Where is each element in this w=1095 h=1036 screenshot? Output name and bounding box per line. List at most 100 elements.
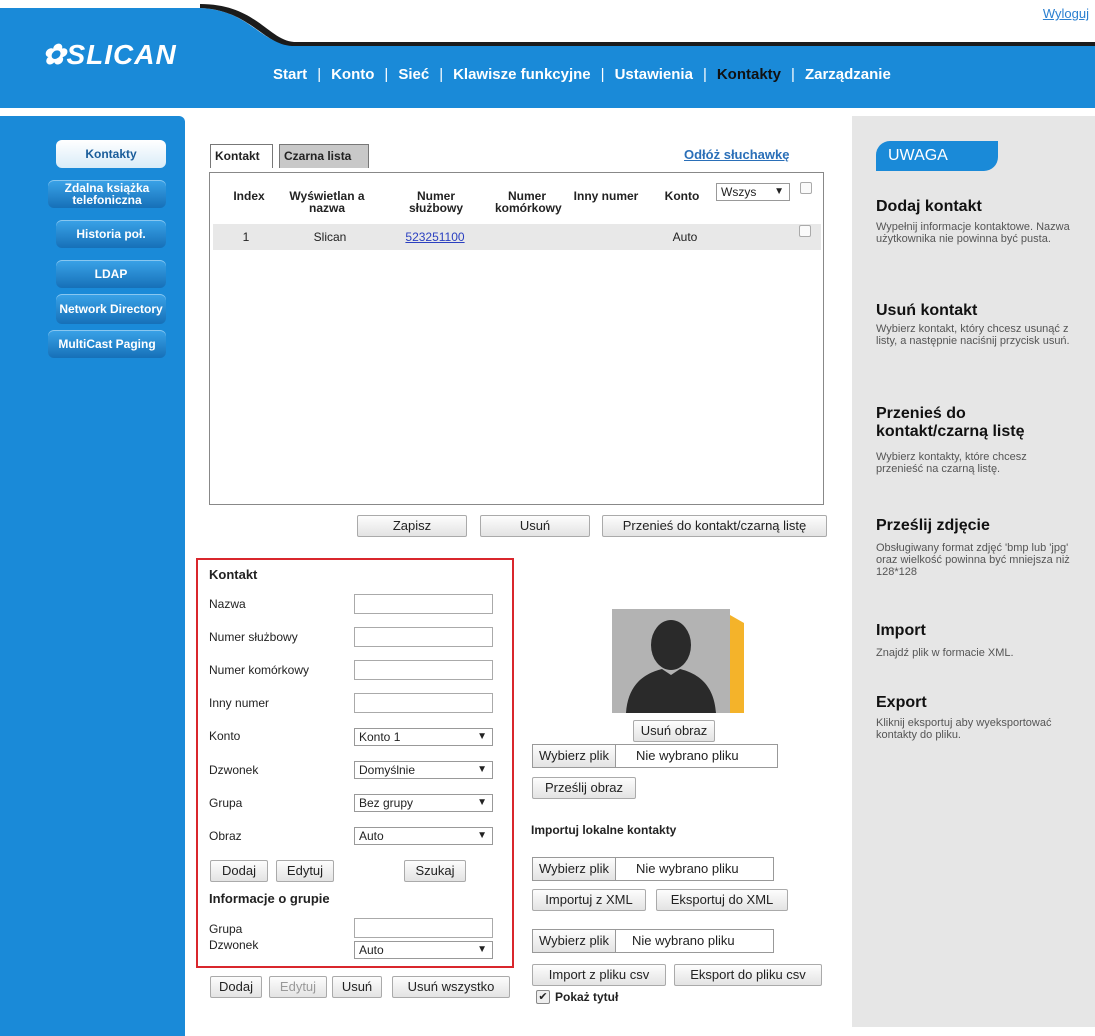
chevron-down-icon: ▼ — [477, 944, 487, 955]
sidebar-item-zdalna-ksiazka[interactable]: Zdalna książka telefoniczna — [48, 180, 166, 208]
sidebar-item-historia[interactable]: Historia poł. — [56, 220, 166, 248]
help-text-export: Kliknij eksportuj aby wyeksportować kont… — [876, 717, 1052, 741]
cell-index: 1 — [242, 230, 250, 244]
nav-zarzadzanie[interactable]: Zarządzanie — [805, 66, 891, 83]
csv-file-picker[interactable]: Wybierz plik Nie wybrano pliku — [532, 929, 774, 953]
chevron-down-icon: ▼ — [774, 186, 784, 197]
ringtone-select[interactable]: Domyślnie ▼ — [354, 761, 493, 779]
nav-ustawienia[interactable]: Ustawienia — [615, 66, 693, 83]
help-title-add: Dodaj kontakt — [876, 198, 982, 215]
image-select-value: Auto — [359, 829, 384, 843]
nav-konto[interactable]: Konto — [331, 66, 374, 83]
delete-all-groups-button[interactable]: Usuń wszystko — [392, 976, 510, 998]
no-file-text: Nie wybrano pliku — [636, 748, 739, 763]
group-label: Grupa — [209, 796, 243, 810]
chevron-down-icon: ▼ — [477, 764, 487, 775]
move-to-blacklist-button[interactable]: Przenieś do kontakt/czarną listę — [602, 515, 827, 537]
help-title-move: Przenieś do kontakt/czarną listę — [876, 405, 1025, 440]
add-group-button[interactable]: Dodaj — [210, 976, 262, 998]
nav-start[interactable]: Start — [273, 66, 307, 83]
account-label: Konto — [209, 729, 241, 743]
delete-group-button[interactable]: Usuń — [332, 976, 382, 998]
save-button[interactable]: Zapisz — [357, 515, 467, 537]
search-contact-button[interactable]: Szukaj — [404, 860, 466, 882]
slican-logo: ✿SLICAN — [42, 38, 177, 71]
choose-file-button[interactable]: Wybierz plik — [533, 858, 616, 880]
tab-kontakt[interactable]: Kontakt — [210, 144, 273, 168]
main-nav: Start | Konto | Sieć | Klawisze funkcyjne | Usta… — [273, 66, 891, 83]
sidebar-item-multicast[interactable]: MultiCast Paging — [48, 330, 166, 358]
group-name-input[interactable] — [354, 918, 493, 938]
sidebar-item-kontakty[interactable]: Kontakty — [56, 140, 166, 168]
import-csv-button[interactable]: Import z pliku csv — [532, 964, 666, 986]
group-select[interactable]: Bez grupy ▼ — [354, 794, 493, 812]
sidebar-item-network-directory[interactable]: Network Directory — [56, 294, 166, 324]
help-text-upload: Obsługiwany format zdjęć 'bmp lub 'jpg' … — [876, 542, 1070, 578]
help-text-import: Znajdź plik w formacie XML. — [876, 647, 1014, 659]
mobile-number-input[interactable] — [354, 660, 493, 680]
account-select[interactable]: Konto 1 ▼ — [354, 728, 493, 746]
help-text-move: Wybierz kontakty, które chcesz przenieść… — [876, 451, 1027, 475]
add-contact-button[interactable]: Dodaj — [210, 860, 268, 882]
other-number-input[interactable] — [354, 693, 493, 713]
remove-image-button[interactable]: Usuń obraz — [633, 720, 715, 742]
account-filter-value: Wszys — [721, 185, 757, 199]
nav-klawisze[interactable]: Klawisze funkcyjne — [453, 66, 591, 83]
contact-avatar-image — [612, 609, 744, 713]
group-info-title: Informacje o grupie — [209, 891, 330, 906]
col-display-name: Wyświetlan a nazwa — [289, 189, 365, 215]
office-number-input[interactable] — [354, 627, 493, 647]
office-number-label: Numer służbowy — [209, 630, 298, 644]
contacts-table — [209, 172, 824, 505]
cell-account: Auto — [672, 230, 698, 244]
no-file-text: Nie wybrano pliku — [636, 861, 739, 876]
cell-office-number-link[interactable]: 523251100 — [395, 224, 475, 250]
sidebar — [0, 116, 185, 1036]
sidebar-item-ldap[interactable]: LDAP — [56, 260, 166, 288]
account-select-value: Konto 1 — [359, 730, 401, 744]
help-badge: UWAGA — [876, 141, 998, 171]
select-all-checkbox[interactable] — [800, 182, 812, 194]
col-other-number: Inny numer — [573, 189, 639, 203]
image-file-picker[interactable]: Wybierz plik Nie wybrano pliku — [532, 744, 778, 768]
cell-name: Slican — [313, 230, 347, 244]
name-input[interactable] — [354, 594, 493, 614]
help-title-export: Export — [876, 694, 927, 711]
help-text-add: Wypełnij informacje kontaktowe. Nazwa uż… — [876, 221, 1070, 245]
upload-image-button[interactable]: Prześlij obraz — [532, 777, 636, 799]
help-title-delete: Usuń kontakt — [876, 302, 978, 319]
mobile-number-label: Numer komórkowy — [209, 663, 310, 677]
col-office-number: Numer służbowy — [408, 189, 463, 215]
edit-group-button[interactable]: Edytuj — [269, 976, 327, 998]
image-select[interactable]: Auto ▼ — [354, 827, 493, 845]
logo-text: SLICAN — [66, 39, 177, 70]
choose-file-button[interactable]: Wybierz plik — [533, 745, 616, 767]
delete-button[interactable]: Usuń — [480, 515, 590, 537]
show-title-label: Pokaż tytuł — [555, 990, 619, 1004]
group-ringtone-select[interactable]: Auto ▼ — [354, 941, 493, 959]
col-account: Konto — [664, 189, 700, 203]
contact-form-title: Kontakt — [209, 567, 258, 582]
choose-file-button[interactable]: Wybierz plik — [533, 930, 616, 952]
xml-file-picker[interactable]: Wybierz plik Nie wybrano pliku — [532, 857, 774, 881]
export-csv-button[interactable]: Eksport do pliku csv — [674, 964, 822, 986]
hangup-link[interactable]: Odłóż słuchawkę — [684, 147, 789, 162]
export-xml-button[interactable]: Eksportuj do XML — [656, 889, 788, 911]
help-title-upload: Prześlij zdjęcie — [876, 517, 990, 534]
tab-czarna-lista[interactable]: Czarna lista — [279, 144, 369, 168]
edit-contact-button[interactable]: Edytuj — [276, 860, 334, 882]
nav-siec[interactable]: Sieć — [398, 66, 429, 83]
ringtone-label: Dzwonek — [209, 763, 259, 777]
group-info-group-label: Grupa — [209, 922, 243, 936]
show-title-checkbox[interactable]: ✔ — [536, 990, 550, 1004]
logo-flower-icon: ✿ — [42, 39, 67, 70]
account-filter-select[interactable]: Wszys ▼ — [716, 183, 790, 201]
table-row[interactable]: 1 Slican 523251100 Auto — [213, 224, 821, 250]
row-checkbox[interactable] — [799, 225, 811, 237]
nav-kontakty[interactable]: Kontakty — [717, 66, 781, 83]
no-file-text: Nie wybrano pliku — [632, 933, 735, 948]
logout-link[interactable]: Wyloguj — [1043, 6, 1089, 21]
chevron-down-icon: ▼ — [477, 731, 487, 742]
group-info-ringtone-label: Dzwonek — [209, 938, 259, 952]
import-xml-button[interactable]: Importuj z XML — [532, 889, 646, 911]
